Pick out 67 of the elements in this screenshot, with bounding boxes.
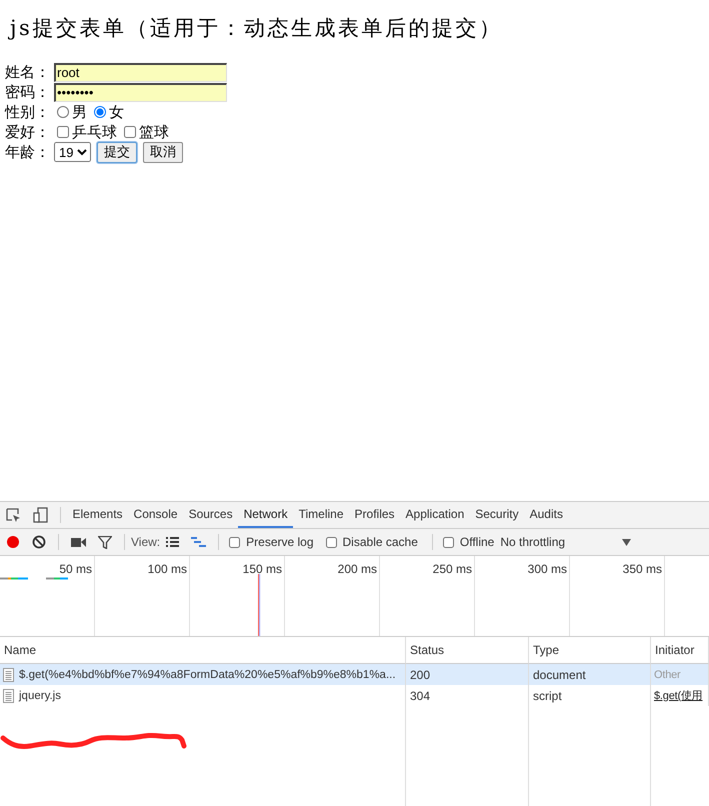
field-label: 爱好： bbox=[5, 122, 51, 142]
record-icon[interactable] bbox=[6, 535, 20, 549]
table-cell: 304 bbox=[410, 688, 430, 702]
list-view-icon[interactable] bbox=[166, 537, 180, 547]
devtools-tab[interactable]: Console bbox=[128, 502, 184, 528]
field-label: 性别： bbox=[5, 102, 51, 122]
time-tick-label: 50 ms bbox=[59, 562, 92, 576]
initiator-link[interactable]: $.get(使用 bbox=[654, 688, 703, 703]
request-row[interactable]: jquery.js 304 script $.get(使用 bbox=[0, 685, 709, 706]
throttling-dropdown[interactable]: No throttling bbox=[500, 535, 622, 549]
form-button[interactable]: 取消 bbox=[143, 142, 183, 162]
page-title: js提交表单（适用于：动态生成表单后的提交） bbox=[10, 15, 504, 42]
radio-label: 男 bbox=[72, 102, 87, 122]
radio-button[interactable] bbox=[57, 106, 69, 118]
devtools-tab[interactable]: Timeline bbox=[293, 502, 350, 528]
field-label: 姓名： bbox=[5, 62, 51, 82]
time-tick-label: 150 ms bbox=[242, 562, 282, 576]
device-icon[interactable] bbox=[33, 507, 48, 523]
table-cell: $.get(%e4%bd%bf%e7%94%a8FormData%20%e5%af%b9%e8%b1%a... bbox=[19, 668, 396, 680]
form-button[interactable]: 提交 bbox=[97, 142, 137, 162]
document-icon bbox=[3, 688, 14, 702]
time-tick-label: 200 ms bbox=[338, 562, 377, 576]
view-label: View: bbox=[131, 535, 160, 549]
checkbox-label: Preserve log bbox=[246, 535, 314, 549]
checkbox[interactable] bbox=[124, 126, 136, 138]
devtools-tab[interactable]: Audits bbox=[524, 502, 568, 528]
checkbox-label: Disable cache bbox=[342, 535, 418, 549]
password-field[interactable]: •••••••• bbox=[54, 82, 227, 102]
document-icon bbox=[3, 668, 14, 682]
filter-icon[interactable] bbox=[98, 536, 112, 548]
column-header[interactable]: Name bbox=[4, 643, 36, 657]
field-label: 年龄： bbox=[5, 142, 51, 162]
time-tick-label: 250 ms bbox=[432, 562, 472, 576]
radio-button[interactable] bbox=[94, 106, 106, 118]
table-cell: jquery.js bbox=[19, 690, 61, 702]
clear-icon[interactable] bbox=[32, 535, 46, 549]
inspect-icon[interactable] bbox=[6, 508, 21, 522]
devtools-tab[interactable]: Sources bbox=[183, 502, 238, 528]
devtools-tab[interactable]: Security bbox=[470, 502, 524, 528]
checkbox[interactable] bbox=[57, 126, 69, 138]
checkbox[interactable] bbox=[229, 536, 240, 548]
name-field[interactable]: root bbox=[54, 62, 227, 82]
time-tick-label: 100 ms bbox=[148, 562, 187, 576]
age-dropdown[interactable]: 19 bbox=[54, 142, 91, 162]
checkbox-label: 篮球 bbox=[139, 122, 169, 142]
camera-icon[interactable] bbox=[71, 536, 86, 548]
column-header[interactable]: Initiator bbox=[655, 643, 694, 657]
time-tick-label: 300 ms bbox=[528, 562, 567, 576]
checkbox-label: 乒乓球 bbox=[72, 122, 117, 142]
field-label: 密码： bbox=[5, 82, 51, 102]
devtools-tab[interactable]: Elements bbox=[67, 502, 128, 528]
time-tick-label: 350 ms bbox=[622, 562, 662, 576]
table-cell: Other bbox=[654, 668, 681, 680]
checkbox-label: Offline bbox=[460, 535, 494, 549]
table-cell: 200 bbox=[410, 668, 430, 682]
radio-label: 女 bbox=[109, 102, 124, 122]
checkbox[interactable] bbox=[442, 536, 454, 548]
request-row[interactable]: $.get(%e4%bd%bf%e7%94%a8FormData%20%e5%af%b9%e8%b1%a... 200 document Other bbox=[0, 664, 709, 685]
dropdown-arrow-icon[interactable] bbox=[622, 538, 632, 546]
table-cell: script bbox=[533, 688, 562, 702]
column-header[interactable]: Status bbox=[410, 643, 444, 657]
waterfall-icon[interactable] bbox=[191, 537, 206, 547]
table-cell: document bbox=[533, 668, 586, 682]
checkbox[interactable] bbox=[326, 536, 337, 548]
column-header[interactable]: Type bbox=[533, 643, 560, 657]
devtools-tab[interactable]: Profiles bbox=[349, 502, 400, 528]
devtools-tab[interactable]: Application bbox=[400, 502, 470, 528]
